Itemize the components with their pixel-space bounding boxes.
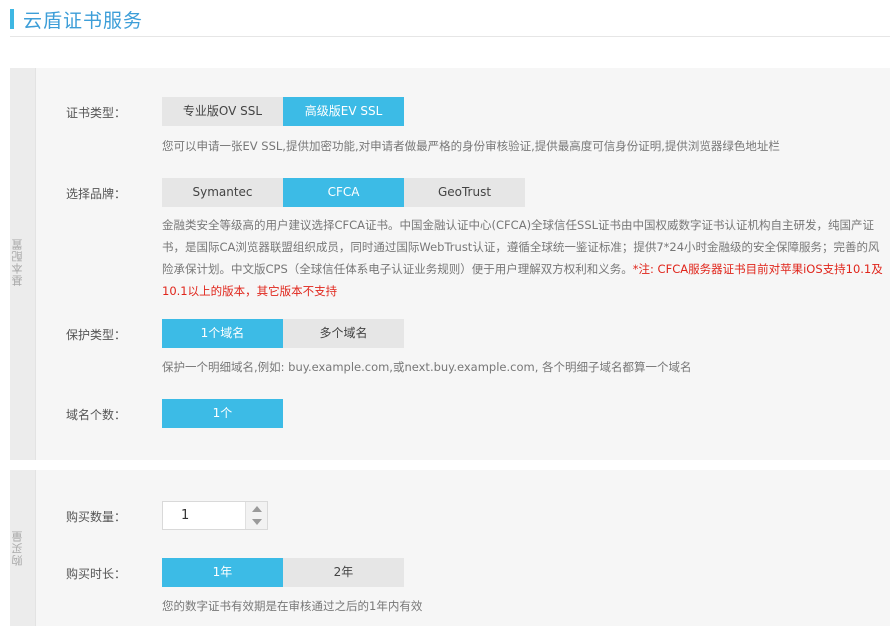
caret-down-icon (251, 519, 262, 526)
protect-type-description: 保护一个明细域名,例如: buy.example.com,或next.buy.e… (162, 360, 692, 374)
brand-option-geotrust[interactable]: GeoTrust (404, 178, 525, 207)
basic-config-panel: 基本配置 证书类型： 专业版OV SSL 高级版EV SSL 您可以申请一张EV… (10, 68, 890, 460)
purchase-panel: 购买量 购买数量： 购买时长： 1年 2年 您的数字证书有效期是在审核通过之后的… (10, 470, 890, 626)
cert-type-option-ov[interactable]: 专业版OV SSL (162, 97, 283, 126)
brand-option-cfca[interactable]: CFCA (283, 178, 404, 207)
quantity-spinner (245, 502, 267, 529)
quantity-stepper (162, 501, 268, 530)
protect-type-option-multi[interactable]: 多个域名 (283, 319, 404, 348)
basic-config-side-label: 基本配置 (11, 238, 24, 286)
basic-config-side-tab: 基本配置 (10, 68, 36, 460)
brand-description: 金融类安全等级高的用户建议选择CFCA证书。中国金融认证中心(CFCA)全球信任… (162, 214, 890, 302)
quantity-decrement-button[interactable] (246, 516, 267, 530)
title-accent-bar (10, 9, 14, 29)
cert-type-selector: 专业版OV SSL 高级版EV SSL (162, 97, 404, 126)
title-divider (10, 36, 890, 37)
purchase-side-tab: 购买量 (10, 470, 36, 626)
duration-option-2y[interactable]: 2年 (283, 558, 404, 587)
page-header: 云盾证书服务 (10, 6, 143, 32)
protect-type-selector: 1个域名 多个域名 (162, 319, 404, 348)
brand-selector: Symantec CFCA GeoTrust (162, 178, 525, 207)
cert-type-option-ev[interactable]: 高级版EV SSL (283, 97, 404, 126)
page-title: 云盾证书服务 (23, 9, 144, 32)
cert-type-label: 证书类型： (66, 106, 127, 120)
duration-description: 您的数字证书有效期是在审核通过之后的1年内有效 (162, 599, 423, 613)
brand-label: 选择品牌： (66, 187, 127, 201)
domain-count-selector: 1个 (162, 399, 283, 428)
duration-selector: 1年 2年 (162, 558, 404, 587)
cert-type-description: 您可以申请一张EV SSL,提供加密功能,对申请者做最严格的身份审核验证,提供最… (162, 139, 780, 153)
purchase-side-label: 购买量 (11, 530, 24, 566)
caret-up-icon (251, 505, 262, 512)
quantity-increment-button[interactable] (246, 502, 267, 516)
domain-count-label: 域名个数： (66, 408, 127, 422)
protect-type-label: 保护类型： (66, 328, 127, 342)
duration-label: 购买时长： (66, 567, 127, 581)
quantity-label: 购买数量： (66, 510, 127, 524)
protect-type-option-single[interactable]: 1个域名 (162, 319, 283, 348)
domain-count-option[interactable]: 1个 (162, 399, 283, 428)
duration-option-1y[interactable]: 1年 (162, 558, 283, 587)
quantity-input[interactable] (163, 502, 245, 529)
brand-option-symantec[interactable]: Symantec (162, 178, 283, 207)
